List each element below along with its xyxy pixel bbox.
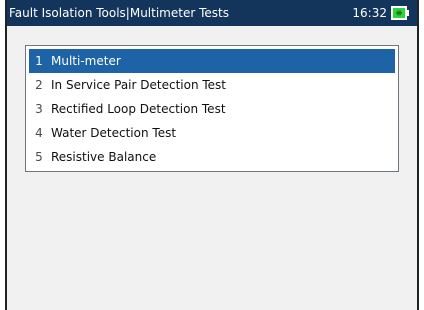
menu-list: 1 Multi-meter 2 In Service Pair Detectio… xyxy=(29,49,395,169)
battery-charging-icon xyxy=(391,6,409,20)
menu-item-resistive-balance[interactable]: 5 Resistive Balance xyxy=(29,145,395,169)
main-content: 1 Multi-meter 2 In Service Pair Detectio… xyxy=(7,26,417,310)
device-screen: Fault Isolation Tools|Multimeter Tests 1… xyxy=(5,0,419,310)
window-title: Fault Isolation Tools|Multimeter Tests xyxy=(9,6,229,20)
test-menu: 1 Multi-meter 2 In Service Pair Detectio… xyxy=(25,45,399,172)
menu-item-number: 1 xyxy=(35,54,43,68)
menu-item-in-service-pair-detection[interactable]: 2 In Service Pair Detection Test xyxy=(29,73,395,97)
menu-item-label: Resistive Balance xyxy=(51,150,157,164)
menu-item-multimeter[interactable]: 1 Multi-meter xyxy=(29,49,395,73)
menu-item-label: Multi-meter xyxy=(51,54,121,68)
menu-item-number: 2 xyxy=(35,78,43,92)
clock: 16:32 xyxy=(352,6,387,20)
menu-item-rectified-loop-detection[interactable]: 3 Rectified Loop Detection Test xyxy=(29,97,395,121)
menu-item-number: 4 xyxy=(35,126,43,140)
menu-item-water-detection[interactable]: 4 Water Detection Test xyxy=(29,121,395,145)
menu-item-label: In Service Pair Detection Test xyxy=(51,78,226,92)
menu-item-number: 5 xyxy=(35,150,43,164)
menu-item-label: Water Detection Test xyxy=(51,126,177,140)
menu-item-number: 3 xyxy=(35,102,43,116)
title-bar: Fault Isolation Tools|Multimeter Tests 1… xyxy=(7,0,417,26)
menu-item-label: Rectified Loop Detection Test xyxy=(51,102,226,116)
